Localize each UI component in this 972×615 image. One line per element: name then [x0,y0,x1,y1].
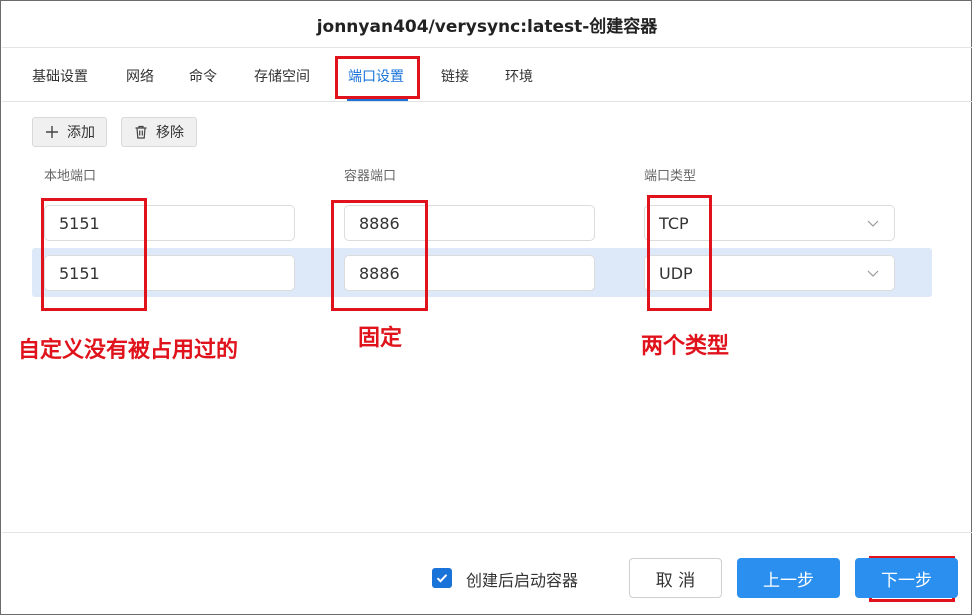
chevron-down-icon [866,265,880,279]
tab-storage[interactable]: 存储空间 [254,66,310,86]
local-port-input[interactable]: 5151 [44,205,295,241]
annotation-container-port-note: 固定 [358,326,403,351]
next-step-button[interactable]: 下一步 [855,558,958,598]
active-tab-indicator [347,98,408,101]
remove-button[interactable]: 移除 [121,117,197,147]
local-port-value: 5151 [59,263,100,283]
annotation-local-port-note: 自定义没有被占用过的 [18,338,239,363]
column-header-container-port: 容器端口 [344,169,397,184]
add-button[interactable]: 添加 [32,117,107,147]
add-button-label: 添加 [67,125,95,141]
annotation-type-note: 两个类型 [641,334,730,359]
tab-bar: 基础设置 网络 命令 存储空间 端口设置 链接 环境 [2,49,972,102]
port-type-select[interactable]: UDP [644,255,895,291]
autostart-checkbox[interactable] [432,568,452,588]
container-port-input[interactable]: 8886 [344,205,595,241]
container-port-value: 8886 [359,213,400,233]
footer-divider [2,532,972,533]
tab-command[interactable]: 命令 [189,66,217,86]
port-type-value: TCP [659,213,689,233]
plus-icon [45,125,59,139]
chevron-down-icon [866,215,880,229]
cancel-button[interactable]: 取 消 [629,558,722,598]
local-port-value: 5151 [59,213,100,233]
tab-network[interactable]: 网络 [126,66,154,86]
tab-links[interactable]: 链接 [441,66,469,86]
port-type-value: UDP [659,263,693,283]
remove-button-label: 移除 [156,125,184,141]
port-type-select[interactable]: TCP [644,205,895,241]
trash-icon [134,125,148,139]
checkmark-icon [436,574,448,583]
container-port-value: 8886 [359,263,400,283]
create-container-dialog: jonnyan404/verysync:latest-创建容器 基础设置 网络 … [0,0,972,615]
autostart-label[interactable]: 创建后启动容器 [466,567,578,591]
dialog-title: jonnyan404/verysync:latest-创建容器 [316,17,658,37]
tab-port-settings[interactable]: 端口设置 [348,66,404,86]
container-port-input[interactable]: 8886 [344,255,595,291]
previous-step-button[interactable]: 上一步 [737,558,840,598]
column-header-port-type: 端口类型 [644,169,697,184]
dialog-title-bar: jonnyan404/verysync:latest-创建容器 [2,2,972,48]
tab-environment[interactable]: 环境 [505,66,533,86]
column-header-local-port: 本地端口 [44,169,97,184]
tab-basic-settings[interactable]: 基础设置 [32,66,88,86]
local-port-input[interactable]: 5151 [44,255,295,291]
